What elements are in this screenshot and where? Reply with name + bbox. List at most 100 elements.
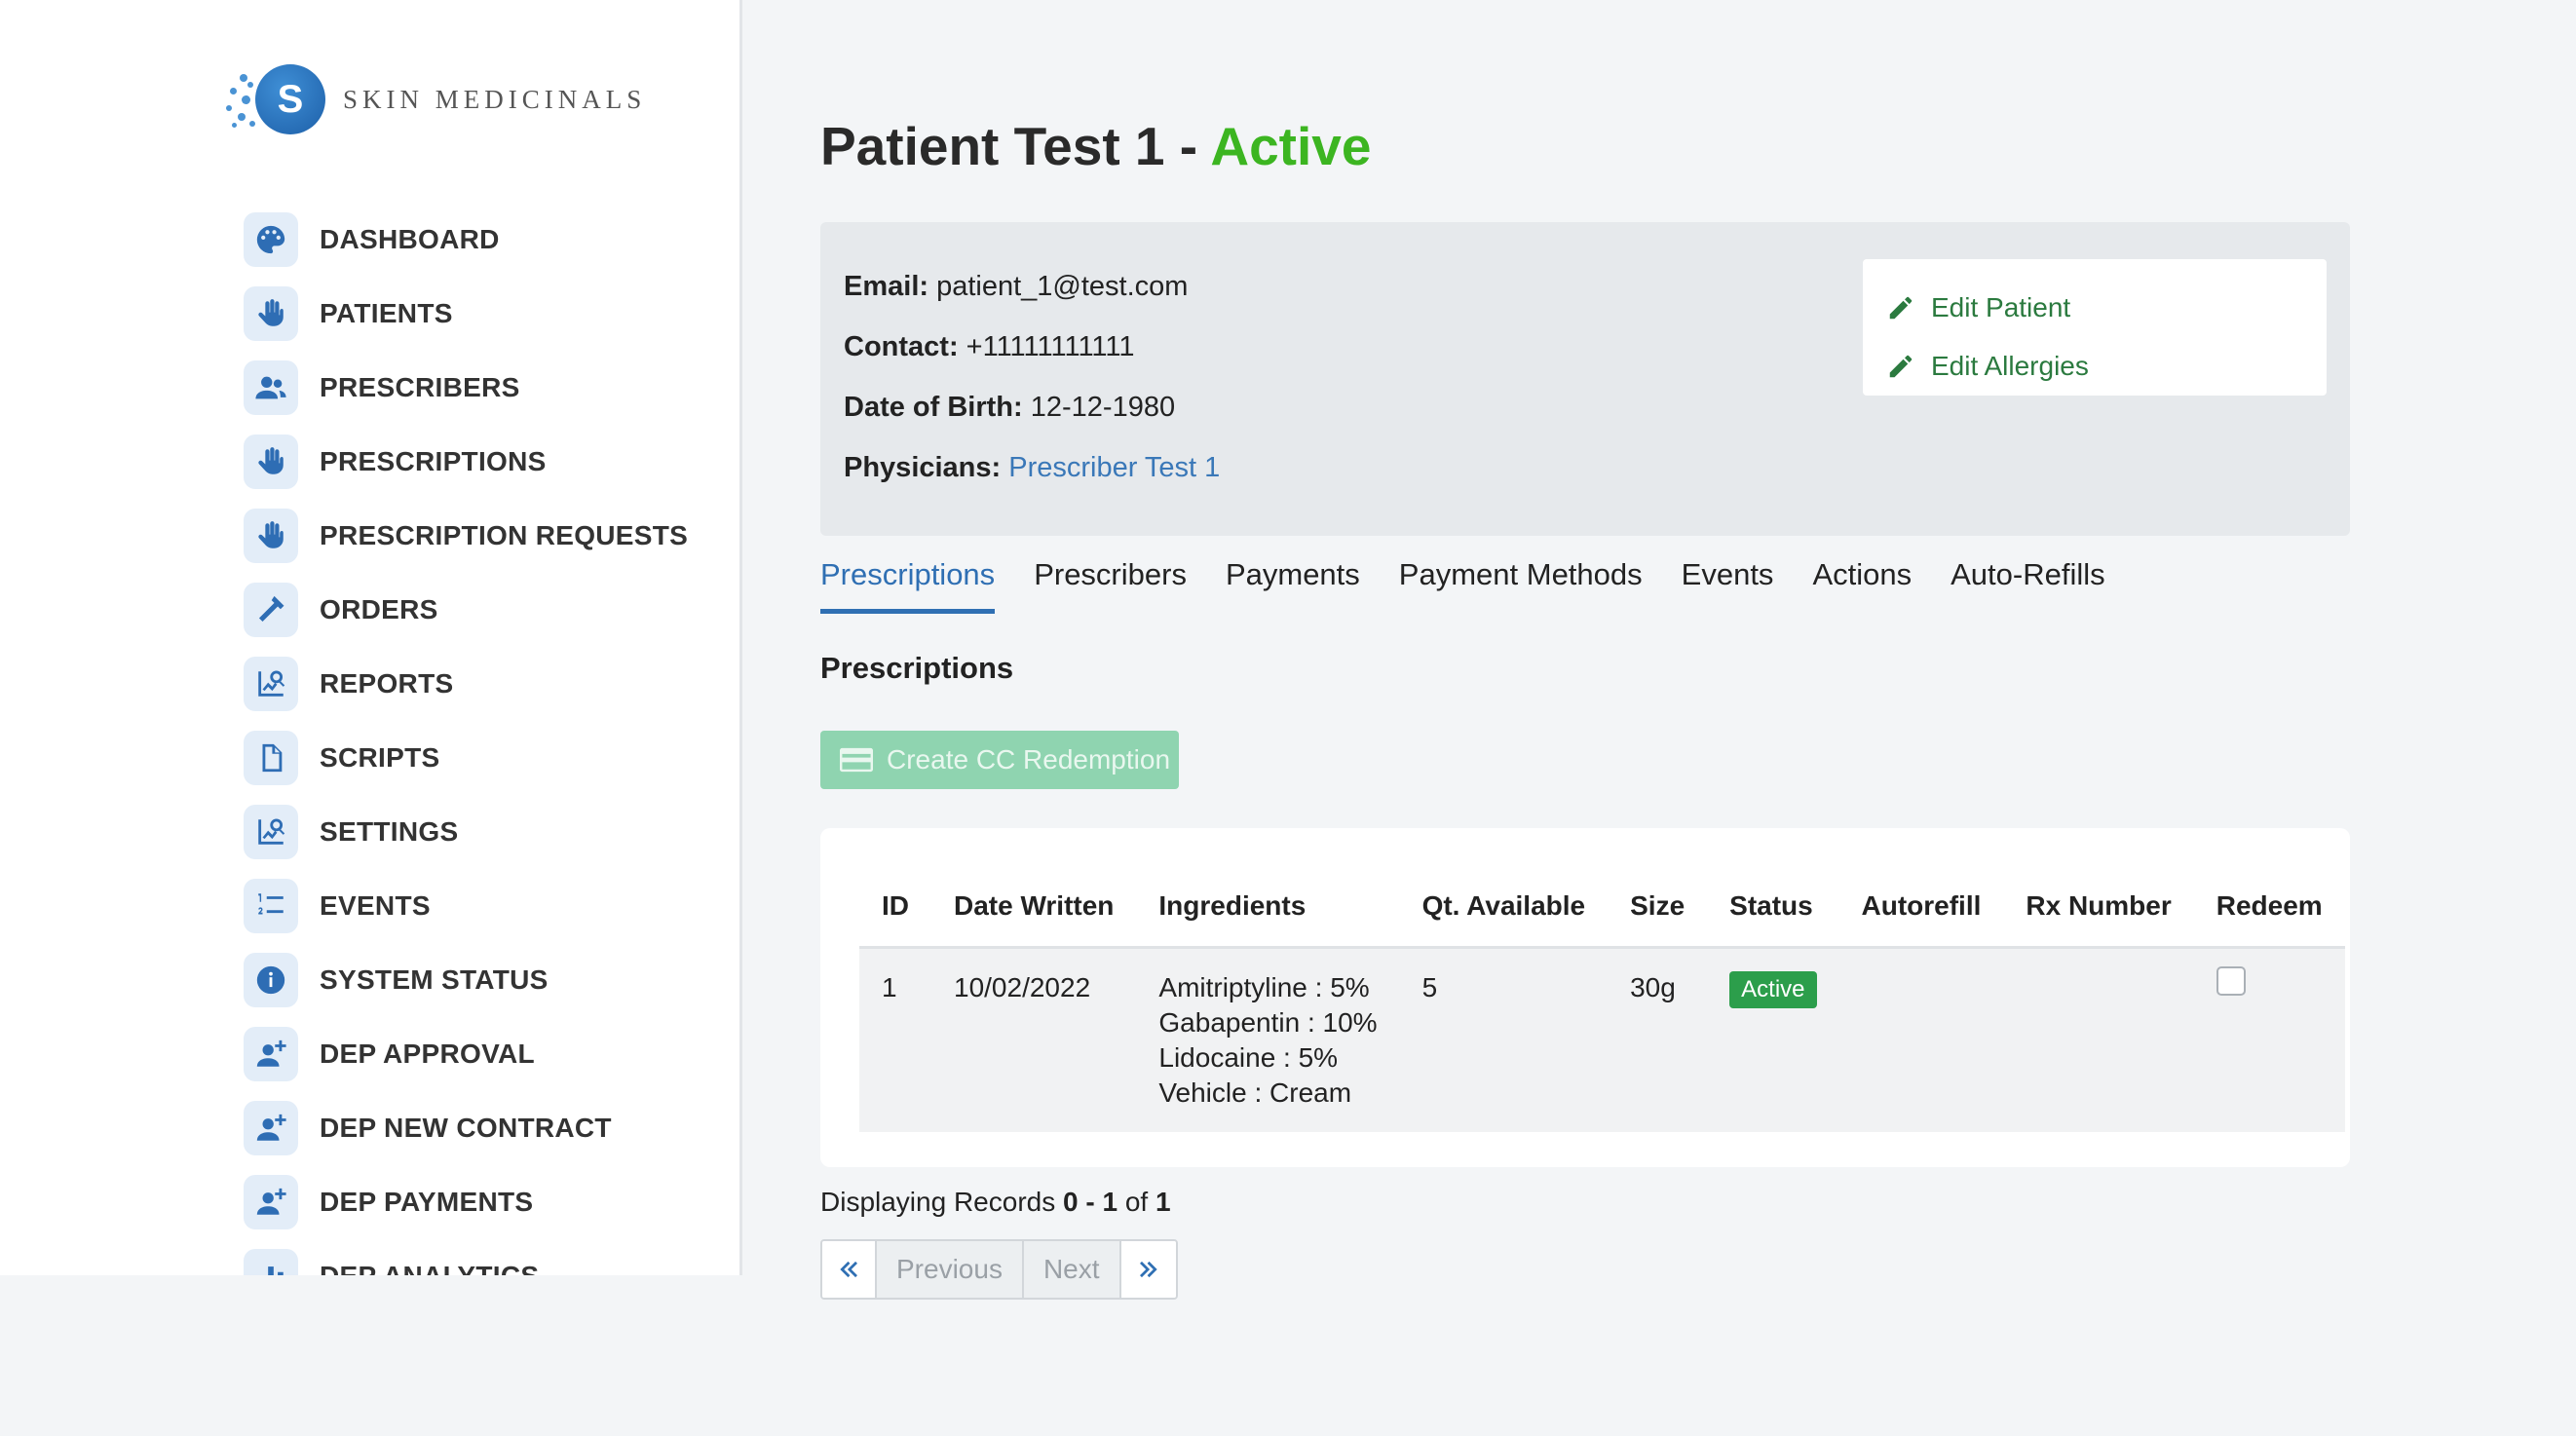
patient-contact: Contact: +11111111111	[844, 331, 1220, 392]
sidebar-item-dep-payments[interactable]: DEP PAYMENTS	[244, 1165, 688, 1239]
cell-id: 1	[859, 947, 931, 1132]
tab-prescriptions[interactable]: Prescriptions	[820, 555, 996, 614]
column-header[interactable]: ID	[859, 867, 931, 949]
first-page-button[interactable]	[822, 1241, 877, 1298]
logo-text: SKIN MEDICINALS	[343, 84, 647, 114]
numbered-list-icon	[244, 879, 298, 933]
sidebar-item-label: DEP ANALYTICS	[320, 1261, 539, 1275]
patient-name: Patient Test 1	[820, 116, 1165, 176]
patient-tabs: Prescriptions Prescribers Payments Payme…	[820, 555, 2144, 614]
pencil-icon	[1889, 296, 1913, 320]
column-header[interactable]: Qt. Available	[1399, 867, 1609, 949]
ingredient: Amitriptyline : 5%	[1158, 971, 1370, 1002]
column-header[interactable]: Date Written	[931, 867, 1137, 949]
edit-patient-label: Edit Patient	[1931, 292, 2071, 322]
document-icon	[244, 731, 298, 785]
sidebar-item-reports[interactable]: REPORTS	[244, 647, 688, 721]
redeem-checkbox[interactable]	[2216, 965, 2246, 996]
info-icon	[244, 953, 298, 1007]
tab-actions[interactable]: Actions	[1812, 555, 1912, 614]
hand-icon	[244, 435, 298, 489]
section-title: Prescriptions	[820, 651, 1014, 685]
records-range: 0 - 1	[1063, 1187, 1118, 1217]
sidebar-item-prescription-requests[interactable]: PRESCRIPTION REQUESTS	[244, 499, 688, 573]
hammer-icon	[244, 583, 298, 637]
edit-allergies-label: Edit Allergies	[1931, 351, 2089, 381]
sidebar-item-label: PRESCRIPTIONS	[320, 446, 547, 476]
sidebar-item-dashboard[interactable]: DASHBOARD	[244, 203, 688, 277]
last-page-button[interactable]	[1120, 1241, 1176, 1298]
cell-size: 30g	[1608, 947, 1708, 1132]
sidebar-item-events[interactable]: EVENTS	[244, 869, 688, 943]
user-plus-icon	[244, 1175, 298, 1229]
records-summary: Displaying Records 0 - 1 of 1	[820, 1187, 1171, 1218]
email-value: patient_1@test.com	[936, 271, 1189, 302]
contact-label: Contact:	[844, 331, 959, 362]
sidebar-item-orders[interactable]: ORDERS	[244, 573, 688, 647]
dob-value: 12-12-1980	[1030, 392, 1176, 423]
sidebar-item-system-status[interactable]: SYSTEM STATUS	[244, 943, 688, 1017]
sidebar-item-label: REPORTS	[320, 668, 454, 699]
sidebar-item-label: DEP PAYMENTS	[320, 1187, 534, 1217]
cell-ingredients: Amitriptyline : 5% Gabapentin : 10% Lido…	[1136, 947, 1400, 1132]
email-label: Email:	[844, 271, 929, 302]
column-header[interactable]: Autorefill	[1838, 867, 2004, 949]
sidebar-item-dep-new-contract[interactable]: DEP NEW CONTRACT	[244, 1091, 688, 1165]
cell-qt-available: 5	[1399, 947, 1609, 1132]
double-chevron-right-icon	[1139, 1261, 1157, 1278]
page-title: Patient Test 1 - Active	[820, 115, 1371, 177]
sidebar-item-patients[interactable]: PATIENTS	[244, 277, 688, 351]
sidebar-item-label: SETTINGS	[320, 816, 459, 847]
sidebar-item-label: PRESCRIPTION REQUESTS	[320, 520, 689, 550]
patient-actions: Edit Patient Edit Allergies	[1863, 259, 2327, 396]
sidebar-item-dep-approval[interactable]: DEP APPROVAL	[244, 1017, 688, 1091]
tab-auto-refills[interactable]: Auto-Refills	[1951, 555, 2105, 614]
column-header[interactable]: Size	[1608, 867, 1708, 949]
user-plus-icon	[244, 1101, 298, 1155]
edit-allergies-link[interactable]: Edit Allergies	[1886, 337, 2303, 396]
prescriptions-table-card: ID Date Written Ingredients Qt. Availabl…	[820, 828, 2350, 1167]
sidebar-item-settings[interactable]: SETTINGS	[244, 795, 688, 869]
chart-search-icon	[244, 805, 298, 859]
hand-icon	[244, 509, 298, 563]
sidebar-item-prescriptions[interactable]: PRESCRIPTIONS	[244, 425, 688, 499]
double-chevron-left-icon	[840, 1261, 857, 1278]
tab-payments[interactable]: Payments	[1226, 555, 1360, 614]
physician-link[interactable]: Prescriber Test 1	[1008, 452, 1220, 483]
patient-email: Email: patient_1@test.com	[844, 271, 1220, 331]
sidebar-item-label: PATIENTS	[320, 298, 453, 328]
create-cc-redemption-button[interactable]: Create CC Redemption	[820, 731, 1179, 789]
sidebar-item-label: PRESCRIBERS	[320, 372, 520, 402]
sidebar-item-label: DEP APPROVAL	[320, 1039, 535, 1069]
patient-physicians: Physicians: Prescriber Test 1	[844, 452, 1220, 512]
bar-chart-icon	[244, 1249, 298, 1275]
logo[interactable]: S SKIN MEDICINALS	[222, 60, 646, 138]
tab-payment-methods[interactable]: Payment Methods	[1399, 555, 1643, 614]
contact-value: +11111111111	[966, 331, 1135, 362]
credit-card-icon	[840, 747, 873, 773]
column-header[interactable]: Status	[1707, 867, 1839, 949]
column-header[interactable]: Rx Number	[2003, 867, 2194, 949]
next-page-button[interactable]: Next	[1023, 1241, 1121, 1298]
sidebar: S SKIN MEDICINALS DASHBOARD PATIENTS PRE…	[0, 0, 742, 1275]
sidebar-item-scripts[interactable]: SCRIPTS	[244, 721, 688, 795]
tab-prescribers[interactable]: Prescribers	[1034, 555, 1187, 614]
status-badge: Active	[1729, 970, 1817, 1008]
physicians-label: Physicians:	[844, 452, 1002, 483]
tab-events[interactable]: Events	[1682, 555, 1774, 614]
cell-date-written: 10/02/2022	[931, 947, 1137, 1132]
table-row[interactable]: 1 10/02/2022 Amitriptyline : 5% Gabapent…	[859, 947, 2345, 1132]
prescriptions-table: ID Date Written Ingredients Qt. Availabl…	[859, 867, 2345, 1132]
sidebar-item-prescribers[interactable]: PRESCRIBERS	[244, 351, 688, 425]
column-header[interactable]: Ingredients	[1136, 867, 1400, 949]
cell-redeem	[2193, 947, 2345, 1132]
cell-rx-number	[2003, 947, 2194, 1132]
table-header-row: ID Date Written Ingredients Qt. Availabl…	[859, 867, 2345, 949]
sidebar-item-dep-analytics[interactable]: DEP ANALYTICS	[244, 1239, 688, 1275]
previous-page-button[interactable]: Previous	[877, 1241, 1024, 1298]
edit-patient-link[interactable]: Edit Patient	[1886, 279, 2303, 337]
patient-status: Active	[1210, 116, 1372, 176]
column-header[interactable]: Redeem	[2193, 867, 2345, 949]
patient-info-card: Email: patient_1@test.com Contact: +1111…	[820, 222, 2350, 536]
cell-status: Active	[1707, 947, 1839, 1132]
